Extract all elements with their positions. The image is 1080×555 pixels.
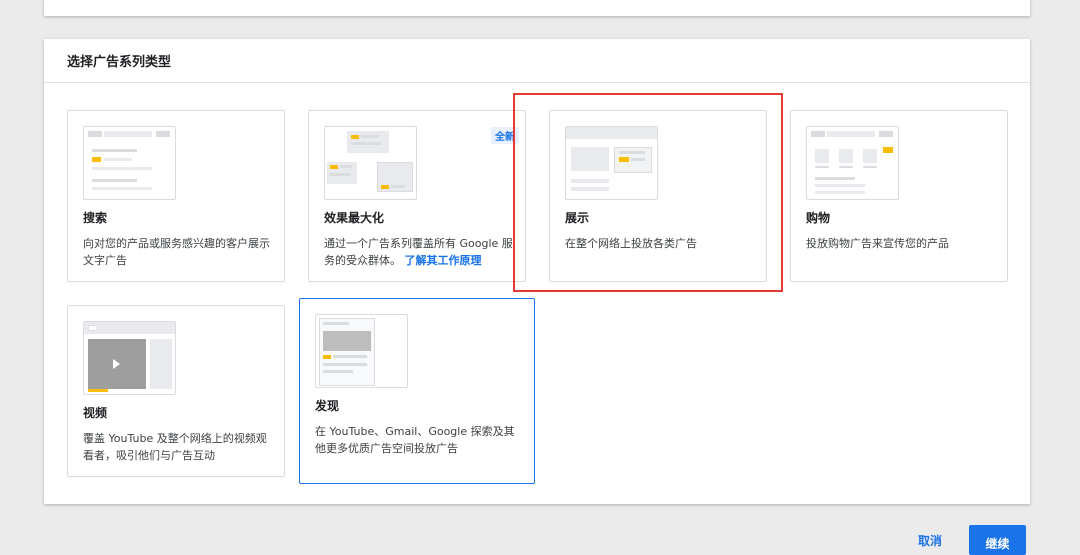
card-title: 效果最大化 xyxy=(324,211,385,225)
card-description: 在整个网络上投放各类广告 xyxy=(565,237,697,250)
campaign-type-performance-max-card[interactable]: 全新 效果最大化 通过一个广告系列覆盖所有 Google 服务的受众群体。 了解… xyxy=(308,110,526,282)
campaign-type-discovery-card[interactable]: 发现 在 YouTube、Gmail、Google 探索及其他更多优质广告空间投… xyxy=(299,298,535,484)
section-title: 选择广告系列类型 xyxy=(44,39,1030,83)
card-title: 视频 xyxy=(83,406,108,420)
card-title: 发现 xyxy=(315,399,340,413)
card-description: 投放购物广告来宣传您的产品 xyxy=(806,237,949,250)
new-badge: 全新 xyxy=(491,127,519,144)
card-title: 购物 xyxy=(806,211,831,225)
campaign-type-display-card[interactable]: 展示 在整个网络上投放各类广告 xyxy=(549,110,767,282)
shopping-preview-icon xyxy=(806,126,899,200)
campaign-type-shopping-card[interactable]: 购物 投放购物广告来宣传您的产品 xyxy=(790,110,1008,282)
continue-button[interactable]: 继续 xyxy=(969,525,1026,555)
campaign-type-search-card[interactable]: 搜索 向对您的产品或服务感兴趣的客户展示文字广告 xyxy=(67,110,285,282)
card-description: 在 YouTube、Gmail、Google 探索及其他更多优质广告空间投放广告 xyxy=(315,425,515,455)
video-preview-icon xyxy=(83,321,176,395)
card-description: 覆盖 YouTube 及整个网络上的视频观看者，吸引他们与广告互动 xyxy=(83,432,267,462)
discovery-preview-icon xyxy=(315,314,408,388)
cancel-button[interactable]: 取消 xyxy=(910,528,950,553)
display-preview-icon xyxy=(565,126,658,200)
search-preview-icon xyxy=(83,126,176,200)
card-description: 通过一个广告系列覆盖所有 Google 服务的受众群体。 了解其工作原理 xyxy=(324,235,513,269)
campaign-type-video-card[interactable]: 视频 覆盖 YouTube 及整个网络上的视频观看者，吸引他们与广告互动 xyxy=(67,305,285,477)
performance-max-preview-icon xyxy=(324,126,417,200)
card-description: 向对您的产品或服务感兴趣的客户展示文字广告 xyxy=(83,237,270,267)
learn-more-link[interactable]: 了解其工作原理 xyxy=(405,254,482,267)
card-title: 搜索 xyxy=(83,211,108,225)
previous-panel xyxy=(44,0,1030,16)
card-title: 展示 xyxy=(565,211,590,225)
